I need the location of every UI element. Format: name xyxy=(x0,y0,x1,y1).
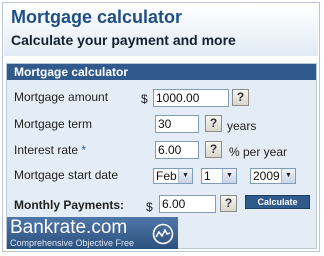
amount-currency-symbol: $ xyxy=(141,92,148,106)
monthly-payments-label: Monthly Payments: xyxy=(14,198,125,212)
mortgage-term-help-button[interactable]: ? xyxy=(205,115,222,132)
monthly-payment-output: 6.00 xyxy=(159,195,216,213)
term-unit-label: years xyxy=(227,119,257,133)
start-month-value: Feb xyxy=(156,169,177,183)
chevron-down-icon: ▼ xyxy=(222,169,236,183)
speedometer-icon xyxy=(152,223,174,245)
required-marker: * xyxy=(81,143,87,157)
interest-rate-label: Interest rate * xyxy=(14,143,86,157)
bankrate-logo[interactable]: Bankrate.com Comprehensive Objective Fre… xyxy=(7,217,178,249)
page-subtitle: Calculate your payment and more xyxy=(11,32,236,48)
page-title: Mortgage calculator xyxy=(11,7,183,27)
widget-header: Mortgage calculator Calculate your payme… xyxy=(4,4,318,56)
start-month-select[interactable]: Feb ▼ xyxy=(153,168,193,184)
brand-tagline: Comprehensive Objective Free xyxy=(10,238,135,248)
start-year-select[interactable]: 2009 ▼ xyxy=(250,168,296,184)
start-day-select[interactable]: 1 ▼ xyxy=(201,168,237,184)
brand-name: Bankrate.com xyxy=(10,217,128,238)
interest-rate-label-text: Interest rate xyxy=(14,143,79,157)
start-date-label: Mortgage start date xyxy=(14,168,119,182)
interest-rate-help-button[interactable]: ? xyxy=(205,141,222,158)
panel-title: Mortgage calculator xyxy=(14,65,129,79)
mortgage-amount-label: Mortgage amount xyxy=(14,90,109,104)
calculator-panel: Mortgage calculator Mortgage amount $ 10… xyxy=(6,63,317,249)
mortgage-amount-help-button[interactable]: ? xyxy=(232,89,249,106)
monthly-payment-help-button[interactable]: ? xyxy=(220,195,237,212)
monthly-currency-symbol: $ xyxy=(146,200,153,214)
chevron-down-icon: ▼ xyxy=(281,169,295,183)
panel-header: Mortgage calculator xyxy=(7,64,316,80)
chevron-down-icon: ▼ xyxy=(178,169,192,183)
start-year-value: 2009 xyxy=(253,169,280,183)
start-day-value: 1 xyxy=(204,169,211,183)
interest-rate-input[interactable]: 6.00 xyxy=(155,141,199,159)
mortgage-term-input[interactable]: 30 xyxy=(155,115,199,133)
calculator-widget: Mortgage calculator Calculate your payme… xyxy=(2,2,320,252)
rate-unit-label: % per year xyxy=(229,145,288,159)
mortgage-term-label: Mortgage term xyxy=(14,117,93,131)
calculate-button[interactable]: Calculate xyxy=(245,195,310,209)
mortgage-amount-input[interactable]: 1000.00 xyxy=(153,89,229,107)
